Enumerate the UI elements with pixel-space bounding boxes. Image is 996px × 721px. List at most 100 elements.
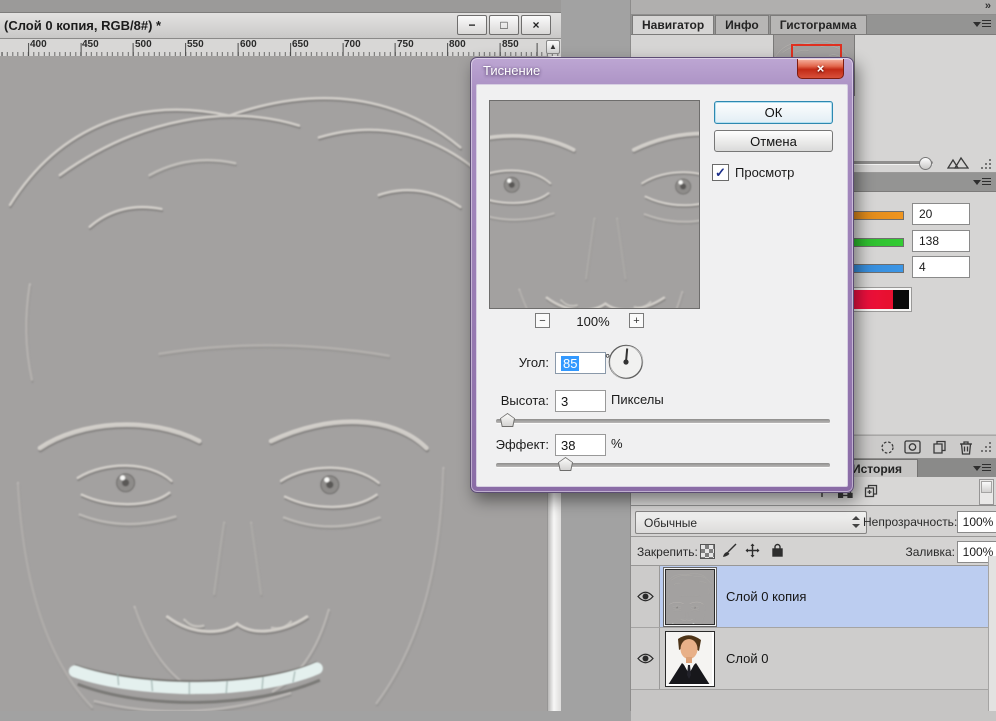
lock-position-icon[interactable] xyxy=(744,542,761,558)
eye-icon[interactable] xyxy=(637,591,654,602)
dialog-title: Тиснение xyxy=(483,63,540,78)
trash-icon[interactable] xyxy=(957,439,974,455)
panel-menu-icon[interactable] xyxy=(973,19,991,29)
amount-slider-thumb[interactable] xyxy=(558,457,573,471)
lock-paint-brush-icon[interactable] xyxy=(721,542,738,558)
layer-name[interactable]: Слой 0 копия xyxy=(726,589,806,604)
angle-label: Угол: xyxy=(491,355,549,370)
tab-info[interactable]: Инфо xyxy=(715,15,769,34)
maximize-icon: □ xyxy=(500,18,507,32)
opacity-input[interactable]: 100% xyxy=(957,511,996,533)
adjustment-icon[interactable] xyxy=(879,439,896,455)
preview-checkbox-row: ✓ Просмотр xyxy=(712,164,794,181)
collapse-panels-icon[interactable]: » xyxy=(985,0,991,13)
layers-lock-row: Закрепить: Заливка: 100% xyxy=(631,537,996,566)
ruler-tick-label: 550 xyxy=(187,39,204,50)
panel-resize-grip[interactable] xyxy=(981,441,993,453)
height-slider[interactable] xyxy=(496,419,830,424)
cancel-button[interactable]: Отмена xyxy=(714,130,833,152)
window-controls: − □ × xyxy=(457,15,551,35)
dock-header: » xyxy=(631,0,996,15)
opacity-label: Непрозрачность: xyxy=(863,515,957,529)
ok-button[interactable]: ОК xyxy=(714,101,833,124)
ruler-tick-label: 650 xyxy=(292,39,309,50)
amount-input[interactable]: 38 xyxy=(555,434,606,456)
layers-scrollbar[interactable] xyxy=(988,556,996,711)
layer-row-original[interactable]: Слой 0 xyxy=(631,628,996,690)
panel-resize-grip[interactable] xyxy=(981,158,993,170)
angle-input[interactable]: 85 xyxy=(555,352,606,374)
app-top-strip xyxy=(0,0,561,13)
lock-label: Закрепить: xyxy=(637,545,698,559)
checkmark-icon: ✓ xyxy=(715,165,726,181)
canvas[interactable] xyxy=(0,56,548,711)
embossed-image xyxy=(0,56,548,711)
fill-label: Заливка: xyxy=(863,545,955,559)
green-value-input[interactable]: 138 xyxy=(912,230,970,252)
tab-navigator[interactable]: Навигатор xyxy=(632,15,714,34)
amount-unit: % xyxy=(611,436,623,451)
dialog-close-button[interactable]: × xyxy=(797,59,844,79)
layer-thumbnail[interactable] xyxy=(665,631,715,687)
ruler-tick-label: 750 xyxy=(397,39,414,50)
ruler-tick-label: 450 xyxy=(82,39,99,50)
document-title: (Слой 0 копия, RGB/8#) * xyxy=(0,18,161,33)
tab-histogram[interactable]: Гистограмма xyxy=(770,15,867,34)
color-panel-menu-icon[interactable] xyxy=(973,177,991,187)
ruler-scroll-button[interactable]: ▲ xyxy=(546,40,560,54)
layers-list: Слой 0 копия Слой 0 xyxy=(631,566,996,721)
ruler-tick-label: 600 xyxy=(240,39,257,50)
layers-blend-row: Обычные Непрозрачность: 100% xyxy=(631,506,996,537)
blend-mode-select[interactable]: Обычные xyxy=(635,511,867,534)
close-icon: × xyxy=(817,61,825,76)
height-label: Высота: xyxy=(491,393,549,408)
layer-mask-icon[interactable] xyxy=(904,439,921,455)
height-unit: Пикселы xyxy=(611,392,664,407)
blue-value-input[interactable]: 4 xyxy=(912,256,970,278)
dialog-body: − 100% + ОК Отмена ✓ Просмотр Угол: 85 °… xyxy=(476,84,848,487)
maximize-button[interactable]: □ xyxy=(489,15,519,35)
ruler-tick-label: 850 xyxy=(502,39,519,50)
zoom-in-mountain-icon[interactable] xyxy=(947,156,969,169)
history-panel-menu-icon[interactable] xyxy=(973,463,991,473)
new-layer-icon[interactable] xyxy=(931,439,948,455)
lock-all-icon[interactable] xyxy=(769,542,786,558)
eye-icon[interactable] xyxy=(637,653,654,664)
up-arrow-icon: ▲ xyxy=(549,42,557,51)
duplicate-state-icon[interactable] xyxy=(863,483,880,499)
ruler-tick-label: 800 xyxy=(449,39,466,50)
ruler-tick-label: 700 xyxy=(344,39,361,50)
close-icon: × xyxy=(532,18,539,32)
amount-slider[interactable] xyxy=(496,463,830,468)
preview-checkbox-label: Просмотр xyxy=(735,165,794,180)
document-titlebar[interactable]: (Слой 0 копия, RGB/8#) * − □ × xyxy=(0,13,561,39)
preview-zoom-value: 100% xyxy=(563,314,623,329)
zoom-in-button[interactable]: + xyxy=(629,313,644,328)
minimize-icon: − xyxy=(468,18,475,32)
layer-name[interactable]: Слой 0 xyxy=(726,651,768,666)
navigator-zoom-thumb[interactable] xyxy=(919,157,932,170)
layers-empty-area xyxy=(631,690,996,721)
close-button[interactable]: × xyxy=(521,15,551,35)
lock-transparency-icon[interactable] xyxy=(699,543,716,559)
layer-row-emboss-copy[interactable]: Слой 0 копия xyxy=(631,566,996,628)
height-input[interactable]: 3 xyxy=(555,390,606,412)
amount-label: Эффект: xyxy=(491,437,549,452)
ruler-tick-label: 500 xyxy=(135,39,152,50)
emboss-dialog: Тиснение × − 100% + ОК Отмена ✓ Просмотр… xyxy=(470,57,854,493)
horizontal-ruler: 400 450 500 550 600 650 700 750 800 850 … xyxy=(0,39,561,57)
zoom-out-button[interactable]: − xyxy=(535,313,550,328)
select-updown-icon xyxy=(851,516,860,528)
ruler-tick-label: 400 xyxy=(30,39,47,50)
minimize-button[interactable]: − xyxy=(457,15,487,35)
height-slider-thumb[interactable] xyxy=(500,413,515,427)
navigator-tab-bar: Навигатор Инфо Гистограмма xyxy=(631,15,996,35)
preview-checkbox[interactable]: ✓ xyxy=(712,164,729,181)
red-value-input[interactable]: 20 xyxy=(912,203,970,225)
visibility-cell xyxy=(631,566,660,627)
panel-mini-scrollbar[interactable] xyxy=(979,479,994,505)
angle-dial[interactable] xyxy=(607,343,645,381)
layer-thumbnail[interactable] xyxy=(665,569,715,625)
visibility-cell xyxy=(631,628,660,689)
filter-preview[interactable] xyxy=(489,100,700,309)
